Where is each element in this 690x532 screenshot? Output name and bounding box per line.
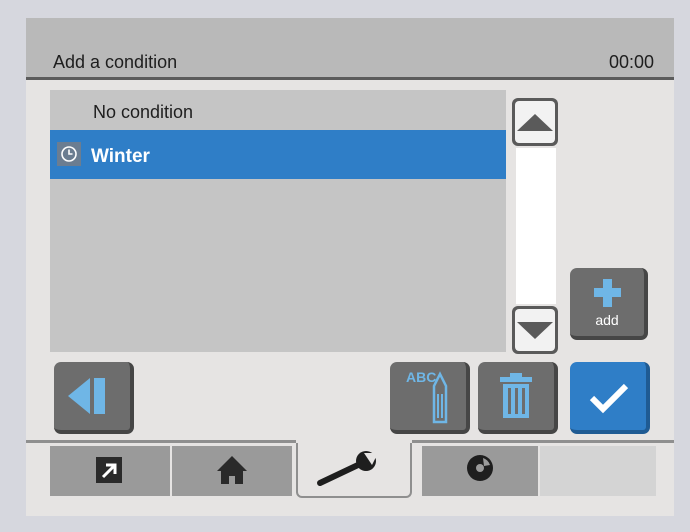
shortcut-arrow-icon: [96, 457, 122, 483]
checkmark-icon: [589, 383, 629, 414]
tab-settings[interactable]: [296, 443, 412, 498]
wrench-icon: [317, 451, 378, 486]
list-item-label: Winter: [91, 146, 150, 167]
screen: Add a condition 00:00 No condition Winte…: [26, 18, 674, 516]
clock-icon: [57, 142, 81, 166]
list-item-label: No condition: [93, 102, 194, 122]
triangle-up-icon: [517, 114, 553, 131]
trash-icon: [500, 373, 532, 418]
plus-icon: [594, 279, 621, 307]
tab-home[interactable]: [172, 446, 292, 496]
svg-text:ABC: ABC: [406, 369, 436, 385]
clock-display: 00:00: [608, 52, 654, 72]
back-arrow-icon: [68, 378, 105, 414]
tab-shortcuts[interactable]: [50, 446, 170, 496]
tab-divider-left: [26, 440, 296, 443]
home-icon: [217, 456, 247, 484]
delete-button[interactable]: [478, 362, 558, 434]
rename-pencil-icon: ABC: [406, 369, 448, 424]
disc-icon: [467, 455, 493, 481]
tab-empty: [540, 446, 656, 496]
triangle-down-icon: [517, 322, 553, 339]
title-bar: Add a condition 00:00: [26, 18, 674, 80]
page-title: Add a condition: [53, 52, 178, 72]
scroll-down-button[interactable]: [512, 306, 558, 354]
confirm-button[interactable]: [570, 362, 650, 434]
list-item[interactable]: No condition: [50, 90, 506, 134]
rename-button[interactable]: ABC: [390, 362, 470, 434]
add-button[interactable]: add: [570, 268, 648, 340]
scrollbar-track[interactable]: [516, 148, 556, 304]
tab-media[interactable]: [422, 446, 538, 496]
scroll-up-button[interactable]: [512, 98, 558, 146]
condition-list: No condition Winter: [50, 90, 506, 352]
tab-divider-right: [412, 440, 674, 443]
back-button[interactable]: [54, 362, 134, 434]
list-item-selected[interactable]: Winter: [50, 130, 506, 179]
add-button-label: add: [595, 312, 619, 328]
